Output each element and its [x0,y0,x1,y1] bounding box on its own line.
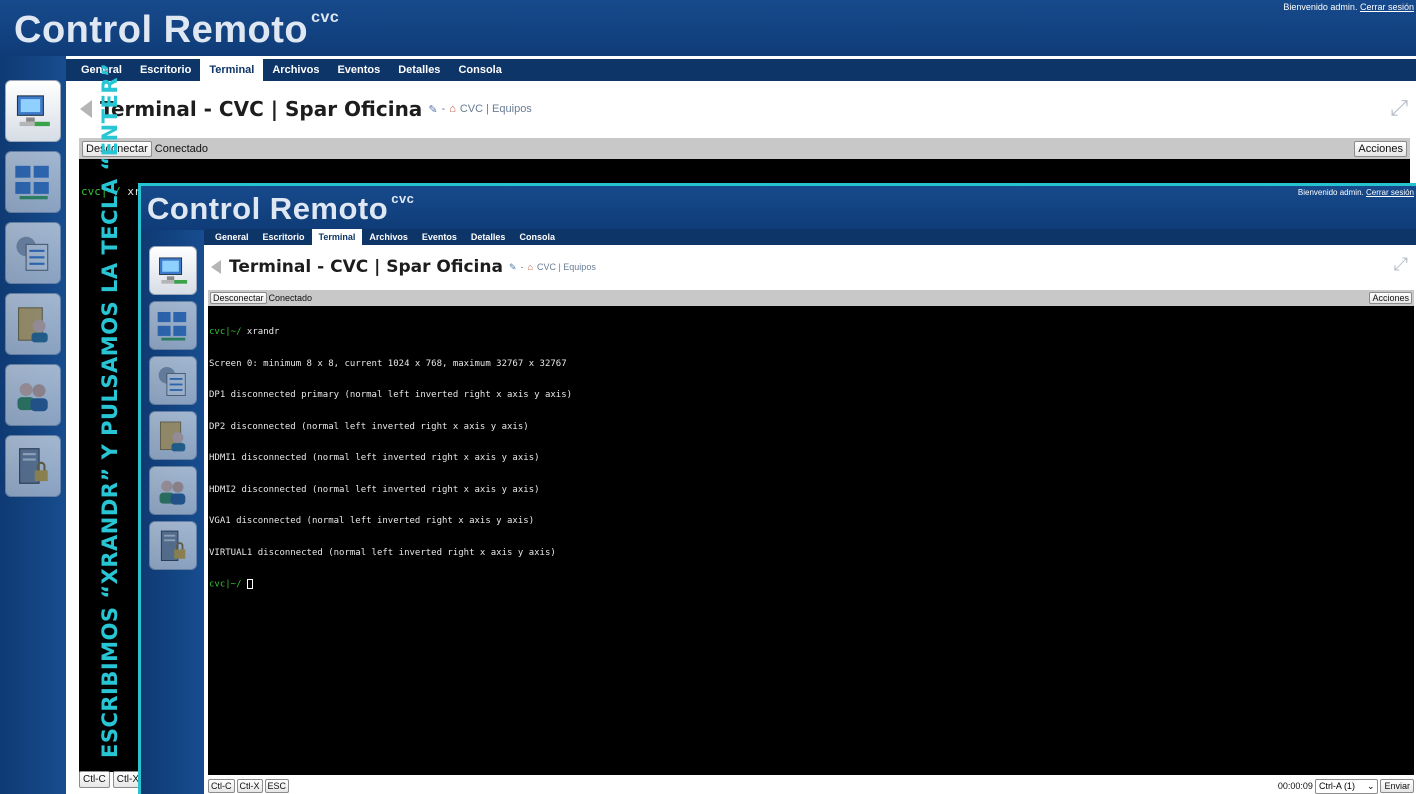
breadcrumb: ✎ - ⌂ CVC | Equipos [428,103,532,116]
page-title-row: Terminal - CVC | Spar Oficina ✎ - ⌂ CVC … [80,97,532,121]
terminal-prompt: cvc|~/ [209,327,242,337]
terminal-output-line: Screen 0: minimum 8 x 8, current 1024 x … [209,358,567,369]
server-lock-icon[interactable] [5,435,61,497]
inner-app-name: Control Remoto [147,191,389,226]
page-title: Terminal - CVC | Spar Oficina [100,97,423,121]
crumb-separator: - [441,103,446,115]
logout-link[interactable]: Cerrar sesión [1360,2,1414,12]
inner-tab-eventos[interactable]: Eventos [415,229,464,245]
users-icon[interactable] [5,364,61,426]
key-combo-value: Ctrl-A (1) [1318,780,1355,791]
chevron-down-icon: ⌄ [1366,780,1375,791]
inner-home-icon: ⌂ [527,262,533,272]
inner-app-sup: cvc [391,191,415,206]
inner-user-folder-icon[interactable] [148,411,197,460]
terminal-cursor [246,579,253,589]
tab-consola[interactable]: Consola [449,59,510,81]
send-button[interactable]: Enviar [1380,779,1414,793]
inner-tab-bar: General Escritorio Terminal Archivos Eve… [204,229,1416,245]
terminal-output-line: VIRTUAL1 disconnected (normal left inver… [209,547,556,558]
terminal-command: xrandr [241,327,280,337]
inner-disconnect-button[interactable]: Desconectar [210,292,267,304]
tab-detalles[interactable]: Detalles [389,59,449,81]
inner-computers-group-icon[interactable] [148,301,197,350]
instruction-caption: ESCRIBIMOS “XRANDR” Y PULSAMOS LA TECLA … [98,62,122,758]
inner-fullscreen-icon[interactable]: ⤢ [1394,254,1408,275]
inner-app-header: Control Remoto cvc Bienvenido admin. Cerr… [141,186,1416,230]
terminal-prompt: cvc|~/ [209,579,242,590]
welcome-prefix: Bienvenido admin. [1283,2,1358,12]
terminal-output-line: HDMI1 disconnected (normal left inverted… [209,453,540,463]
inner-connection-status: Conectado [268,293,313,303]
inner-terminal-toolbar: Desconectar Conectado Acciones [208,290,1414,306]
back-arrow-icon[interactable] [80,100,92,118]
tab-terminal[interactable]: Terminal [200,59,264,81]
inner-settings-list-icon[interactable] [148,356,197,405]
crumb-text[interactable]: CVC | Equipos [460,103,532,115]
app-sup: cvc [311,9,340,26]
tab-archivos[interactable]: Archivos [263,59,328,81]
inner-crumb-text[interactable]: CVC | Equipos [537,262,596,272]
inner-tab-general[interactable]: General [208,229,256,245]
inner-tab-detalles[interactable]: Detalles [464,229,513,245]
inner-sidebar [141,230,204,794]
inner-crumb-separator: - [520,262,524,272]
user-folder-icon[interactable] [5,293,61,355]
inner-tab-escritorio[interactable]: Escritorio [256,229,312,245]
app-brand: Control Remoto cvc [14,9,339,52]
inner-ctl-c-button[interactable]: Ctl-C [208,779,235,793]
inner-logout-link[interactable]: Cerrar sesión [1366,188,1414,197]
terminal-output-line: DP1 disconnected primary (normal left in… [209,390,573,400]
inner-welcome-prefix: Bienvenido admin. [1297,188,1364,197]
sidebar [0,56,66,794]
settings-list-icon[interactable] [5,222,61,284]
terminal-output-line: HDMI2 disconnected (normal left inverted… [209,484,540,495]
inner-breadcrumb: ✎ - ⌂ CVC | Equipos [509,262,596,273]
tab-eventos[interactable]: Eventos [328,59,389,81]
session-timer: 00:00:09 [1277,781,1313,791]
home-icon: ⌂ [449,103,456,115]
inner-bottom-bar: Ctl-C Ctl-X ESC 00:00:09 Ctrl-A (1) ⌄ En… [208,778,1414,794]
inner-tab-terminal[interactable]: Terminal [311,229,363,245]
edit-icon[interactable]: ✎ [428,103,437,116]
terminal-line: cvc|~/ xrandr [209,327,1413,338]
inner-users-icon[interactable] [148,466,197,515]
inner-esc-button[interactable]: ESC [264,779,290,793]
inner-tab-archivos[interactable]: Archivos [362,229,415,245]
inner-page-title-row: Terminal - CVC | Spar Oficina ✎ - ⌂ CVC … [211,257,596,277]
key-combo-select[interactable]: Ctrl-A (1) ⌄ [1314,778,1379,794]
fullscreen-icon[interactable]: ⤢ [1390,95,1408,121]
terminal-output-line: DP2 disconnected (normal left inverted r… [209,421,529,432]
tab-escritorio[interactable]: Escritorio [131,59,200,81]
outer-bottom-bar: Ctl-C Ctl-X [79,771,144,788]
computer-icon[interactable] [5,80,61,142]
welcome-text: Bienvenido admin. Cerrar sesión [1283,2,1414,12]
remote-control-app-after: Control Remoto cvc Bienvenido admin. Cerr… [138,183,1416,794]
inner-edit-icon[interactable]: ✎ [509,262,517,273]
terminal-output-line: VGA1 disconnected (normal left inverted … [209,516,535,526]
terminal-line: cvc|~/ [209,579,1413,590]
app-name: Control Remoto [14,9,309,51]
connection-status: Conectado [154,142,208,155]
tab-bar: General Escritorio Terminal Archivos Eve… [66,59,1416,81]
inner-page-title: Terminal - CVC | Spar Oficina [229,257,503,277]
inner-ctl-x-button[interactable]: Ctl-X [236,779,263,793]
actions-button[interactable]: Acciones [1354,140,1407,157]
inner-welcome-text: Bienvenido admin. Cerrar sesión [1298,188,1414,197]
terminal-toolbar: Desconectar Conectado Acciones [79,138,1410,159]
computers-group-icon[interactable] [5,151,61,213]
inner-computer-icon[interactable] [148,246,197,295]
inner-terminal-screen[interactable]: cvc|~/ xrandr Screen 0: minimum 8 x 8, c… [208,306,1414,775]
app-header: Control Remoto cvc Bienvenido admin. Cerr… [0,0,1416,56]
inner-app-brand: Control Remoto cvc [147,191,414,227]
inner-back-arrow-icon[interactable] [211,260,221,274]
ctl-c-button[interactable]: Ctl-C [79,771,110,788]
inner-actions-button[interactable]: Acciones [1369,292,1412,304]
inner-server-lock-icon[interactable] [148,521,197,570]
inner-tab-consola[interactable]: Consola [512,229,562,245]
